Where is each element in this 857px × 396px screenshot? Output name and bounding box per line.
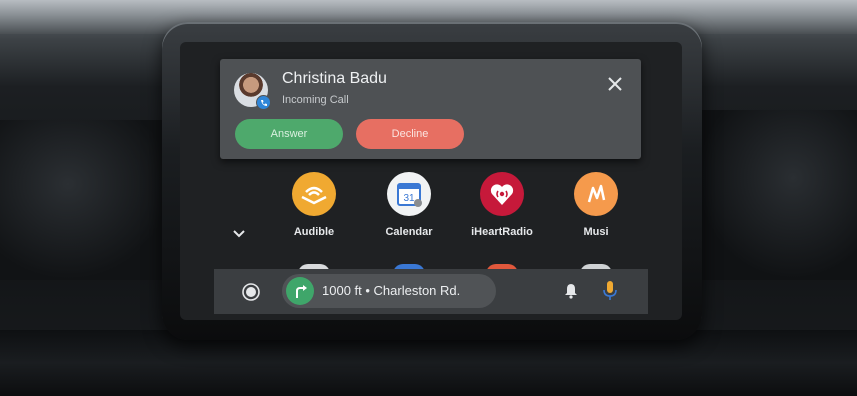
air-vent-left: [0, 120, 170, 280]
app-label: Calendar: [385, 226, 433, 238]
app-label: iHeartRadio: [471, 226, 533, 238]
caller-name: Christina Badu: [282, 70, 387, 87]
app-calendar[interactable]: 31 Calendar: [369, 172, 449, 238]
close-icon[interactable]: [604, 73, 626, 95]
app-label: Audible: [293, 226, 335, 238]
android-auto-screen: Audible 31 Calendar iHeartRadio Musi Chr…: [180, 42, 682, 320]
nav-bar: 1000 ft • Charleston Rd.: [214, 269, 648, 314]
navigation-card[interactable]: 1000 ft • Charleston Rd.: [282, 274, 496, 308]
app-audible[interactable]: Audible: [274, 172, 354, 238]
app-musi[interactable]: Musi: [556, 172, 636, 238]
incoming-call-notification: Christina Badu Incoming Call Answer Decl…: [220, 59, 641, 159]
call-status: Incoming Call: [282, 94, 349, 106]
answer-button[interactable]: Answer: [235, 119, 343, 149]
air-vent-right: [697, 110, 857, 280]
app-label: Musi: [583, 226, 609, 238]
iheartradio-icon: [480, 172, 524, 216]
app-iheartradio[interactable]: iHeartRadio: [462, 172, 542, 238]
decline-button[interactable]: Decline: [356, 119, 464, 149]
calendar-day: 31: [403, 193, 415, 204]
turn-right-icon: [286, 277, 314, 305]
navigation-text: 1000 ft • Charleston Rd.: [322, 283, 461, 298]
mic-icon[interactable]: [602, 280, 618, 302]
musi-icon: [574, 172, 618, 216]
phone-icon: [256, 95, 271, 110]
calendar-icon: 31: [387, 172, 431, 216]
bell-icon[interactable]: [562, 282, 580, 300]
home-icon[interactable]: [242, 283, 260, 301]
chevron-down-icon[interactable]: [232, 229, 246, 239]
audible-icon: [292, 172, 336, 216]
